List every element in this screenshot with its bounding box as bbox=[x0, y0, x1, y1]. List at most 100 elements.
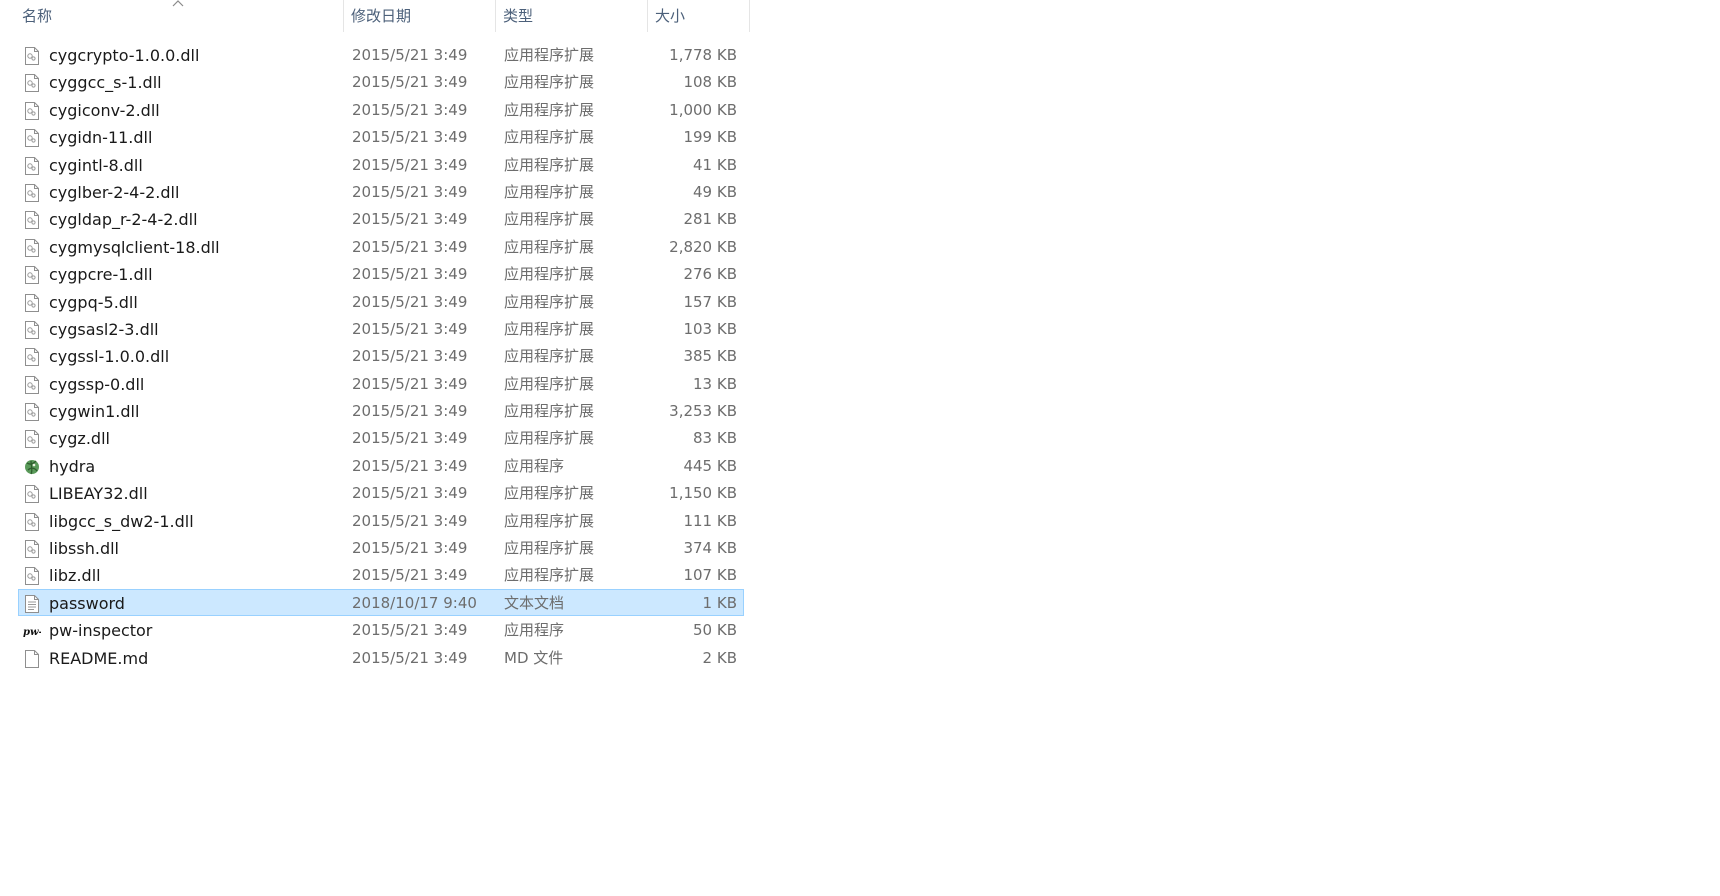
file-row[interactable]: cygiconv-2.dll 2015/5/21 3:49 应用程序扩展 1,000 … bbox=[18, 96, 744, 123]
file-size: 374 KB bbox=[683, 539, 737, 558]
file-size: 157 KB bbox=[683, 292, 737, 311]
file-type: 应用程序扩展 bbox=[504, 511, 595, 530]
dll-file-icon bbox=[23, 347, 41, 367]
file-row[interactable]: libz.dll 2015/5/21 3:49 应用程序扩展 107 KB bbox=[18, 561, 744, 588]
file-size: 41 KB bbox=[693, 155, 737, 174]
file-row[interactable]: cygsasl2-3.dll 2015/5/21 3:49 应用程序扩展 103 KB bbox=[18, 315, 744, 342]
file-row[interactable]: cygwin1.dll 2015/5/21 3:49 应用程序扩展 3,253 KB bbox=[18, 397, 744, 424]
dll-file-icon bbox=[23, 210, 41, 230]
file-type: 应用程序扩展 bbox=[504, 484, 595, 503]
file-name: cygidn-11.dll bbox=[49, 128, 153, 148]
file-size: 3,253 KB bbox=[669, 402, 737, 421]
file-row[interactable]: cygz.dll 2015/5/21 3:49 应用程序扩展 83 KB bbox=[18, 424, 744, 451]
file-type: 应用程序扩展 bbox=[504, 292, 595, 311]
file-size: 13 KB bbox=[693, 374, 737, 393]
file-type: 应用程序扩展 bbox=[504, 73, 595, 92]
file-name: cygmysqlclient-18.dll bbox=[49, 237, 220, 257]
file-type: 应用程序扩展 bbox=[504, 347, 595, 366]
file-modified-date: 2015/5/21 3:49 bbox=[352, 347, 468, 366]
file-name: cyglber-2-4-2.dll bbox=[49, 182, 180, 202]
file-modified-date: 2015/5/21 3:49 bbox=[352, 648, 468, 667]
file-type: 应用程序扩展 bbox=[504, 237, 595, 256]
file-modified-date: 2015/5/21 3:49 bbox=[352, 292, 468, 311]
file-type: 应用程序扩展 bbox=[504, 128, 595, 147]
file-type: 应用程序扩展 bbox=[504, 566, 595, 585]
file-type: 应用程序扩展 bbox=[504, 429, 595, 448]
file-modified-date: 2015/5/21 3:49 bbox=[352, 621, 468, 640]
dll-file-icon bbox=[23, 539, 41, 559]
file-name: README.md bbox=[49, 648, 149, 668]
file-modified-date: 2015/5/21 3:49 bbox=[352, 402, 468, 421]
file-name: cygcrypto-1.0.0.dll bbox=[49, 46, 200, 65]
column-header-type[interactable]: 类型 bbox=[496, 0, 648, 32]
file-size: 50 KB bbox=[693, 621, 737, 640]
file-row[interactable]: cygmysqlclient-18.dll 2015/5/21 3:49 应用程序扩… bbox=[18, 233, 744, 260]
file-modified-date: 2015/5/21 3:49 bbox=[352, 429, 468, 448]
file-modified-date: 2015/5/21 3:49 bbox=[352, 182, 468, 201]
file-row[interactable]: cygidn-11.dll 2015/5/21 3:49 应用程序扩展 199 KB bbox=[18, 123, 744, 150]
file-modified-date: 2015/5/21 3:49 bbox=[352, 374, 468, 393]
file-row[interactable]: libssh.dll 2015/5/21 3:49 应用程序扩展 374 KB bbox=[18, 534, 744, 561]
file-name: cyggcc_s-1.dll bbox=[49, 73, 162, 93]
file-name: cygldap_r-2-4-2.dll bbox=[49, 210, 198, 230]
file-size: 111 KB bbox=[683, 511, 737, 530]
file-row[interactable]: README.md 2015/5/21 3:49 MD 文件 2 KB bbox=[18, 644, 744, 671]
file-size: 1,150 KB bbox=[669, 484, 737, 503]
file-size: 199 KB bbox=[683, 128, 737, 147]
dll-file-icon bbox=[23, 46, 41, 66]
file-modified-date: 2015/5/21 3:49 bbox=[352, 456, 468, 475]
file-row[interactable]: hydra 2015/5/21 3:49 应用程序 445 KB bbox=[18, 452, 744, 479]
file-row[interactable]: cygpcre-1.dll 2015/5/21 3:49 应用程序扩展 276 KB bbox=[18, 260, 744, 287]
column-header-name[interactable]: 名称 bbox=[14, 0, 344, 32]
dll-file-icon bbox=[23, 293, 41, 313]
file-row[interactable]: cygintl-8.dll 2015/5/21 3:49 应用程序扩展 41 KB bbox=[18, 151, 744, 178]
blank-file-icon bbox=[23, 649, 41, 669]
file-row[interactable]: cygcrypto-1.0.0.dll 2015/5/21 3:49 应用程序扩展 1… bbox=[18, 41, 744, 68]
file-size: 276 KB bbox=[683, 265, 737, 284]
file-size: 1,000 KB bbox=[669, 100, 737, 119]
file-type: 应用程序扩展 bbox=[504, 155, 595, 174]
file-size: 385 KB bbox=[683, 347, 737, 366]
file-row[interactable]: libgcc_s_dw2-1.dll 2015/5/21 3:49 应用程序扩展 11… bbox=[18, 507, 744, 534]
hydra-app-icon bbox=[23, 457, 41, 477]
file-modified-date: 2015/5/21 3:49 bbox=[352, 155, 468, 174]
file-row[interactable]: password 2018/10/17 9:40 文本文档 1 KB bbox=[18, 588, 744, 617]
file-modified-date: 2015/5/21 3:49 bbox=[352, 73, 468, 92]
file-size: 1 KB bbox=[702, 593, 737, 612]
file-modified-date: 2015/5/21 3:49 bbox=[352, 566, 468, 585]
file-row[interactable]: pw-i pw-inspector 2015/5/21 3:49 应用程序 50 KB bbox=[18, 616, 744, 643]
file-modified-date: 2015/5/21 3:49 bbox=[352, 128, 468, 147]
file-modified-date: 2015/5/21 3:49 bbox=[352, 210, 468, 229]
file-type: 应用程序扩展 bbox=[504, 46, 595, 64]
column-header-date[interactable]: 修改日期 bbox=[344, 0, 496, 32]
file-type: 应用程序扩展 bbox=[504, 319, 595, 338]
file-name: cygwin1.dll bbox=[49, 402, 140, 422]
file-size: 445 KB bbox=[683, 456, 737, 475]
file-modified-date: 2015/5/21 3:49 bbox=[352, 511, 468, 530]
file-row[interactable]: cygssp-0.dll 2015/5/21 3:49 应用程序扩展 13 KB bbox=[18, 370, 744, 397]
file-modified-date: 2015/5/21 3:49 bbox=[352, 319, 468, 338]
file-row[interactable]: cyggcc_s-1.dll 2015/5/21 3:49 应用程序扩展 108 KB bbox=[18, 68, 744, 95]
file-row[interactable]: cygpq-5.dll 2015/5/21 3:49 应用程序扩展 157 KB bbox=[18, 288, 744, 315]
file-name: cygintl-8.dll bbox=[49, 155, 143, 175]
file-size: 107 KB bbox=[683, 566, 737, 585]
file-row[interactable]: cyglber-2-4-2.dll 2015/5/21 3:49 应用程序扩展 49 … bbox=[18, 178, 744, 205]
file-name: password bbox=[49, 593, 125, 613]
file-name: cygpcre-1.dll bbox=[49, 265, 153, 285]
file-row[interactable]: LIBEAY32.dll 2015/5/21 3:49 应用程序扩展 1,150 KB bbox=[18, 479, 744, 506]
file-size: 103 KB bbox=[683, 319, 737, 338]
file-row[interactable]: cygldap_r-2-4-2.dll 2015/5/21 3:49 应用程序扩展 2… bbox=[18, 205, 744, 232]
file-list: cygcrypto-1.0.0.dll 2015/5/21 3:49 应用程序扩展 1… bbox=[18, 41, 744, 671]
file-type: 应用程序扩展 bbox=[504, 402, 595, 421]
file-size: 49 KB bbox=[693, 182, 737, 201]
file-name: libssh.dll bbox=[49, 539, 119, 559]
column-header-bar: 名称 修改日期 类型 大小 bbox=[0, 0, 750, 32]
file-type: 应用程序 bbox=[504, 456, 565, 475]
column-header-size[interactable]: 大小 bbox=[648, 0, 750, 32]
file-row[interactable]: cygssl-1.0.0.dll 2015/5/21 3:49 应用程序扩展 385 … bbox=[18, 342, 744, 369]
file-modified-date: 2015/5/21 3:49 bbox=[352, 484, 468, 503]
dll-file-icon bbox=[23, 183, 41, 203]
dll-file-icon bbox=[23, 101, 41, 121]
file-type: 应用程序扩展 bbox=[504, 182, 595, 201]
file-size: 281 KB bbox=[683, 210, 737, 229]
